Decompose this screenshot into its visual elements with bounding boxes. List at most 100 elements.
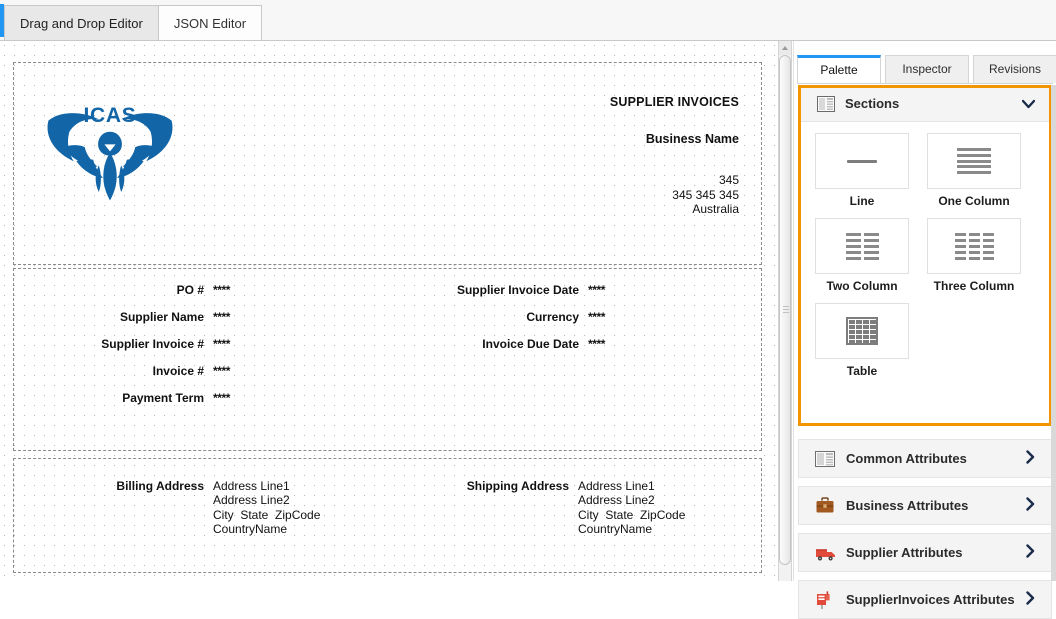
accordion-sections-header[interactable]: Sections	[801, 88, 1049, 122]
tab-json-editor[interactable]: JSON Editor	[157, 5, 263, 40]
shipping-address-block[interactable]: Shipping Address Address Line1 Address L…	[389, 479, 686, 537]
one-column-icon	[927, 133, 1021, 189]
shipping-address-label: Shipping Address	[466, 479, 569, 493]
field-value: ****	[588, 310, 606, 324]
fields-column-right: Supplier Invoice Date **** Currency ****…	[399, 283, 759, 364]
palette-item-label: Two Column	[826, 279, 898, 293]
field-value: ****	[213, 310, 231, 324]
icas-phoenix-logo: ICAS	[40, 101, 180, 206]
tab-drag-and-drop-editor[interactable]: Drag and Drop Editor	[4, 5, 159, 40]
sections-icon	[817, 95, 835, 113]
palette-row: Two Column Three Column	[815, 218, 1035, 293]
top-tab-bar: Drag and Drop Editor JSON Editor	[0, 0, 1056, 41]
fields-column-left: PO # **** Supplier Name **** Supplier In…	[24, 283, 389, 418]
field-label: Currency	[526, 310, 579, 324]
editor-canvas[interactable]: ICAS SUPPLIER INVOICES Business Name 345…	[0, 41, 778, 581]
accordion-common-attributes[interactable]: Common Attributes	[798, 439, 1052, 478]
field-row[interactable]: Supplier Invoice Date ****	[399, 283, 759, 297]
field-row[interactable]: Supplier Name ****	[24, 310, 389, 324]
field-row[interactable]: PO # ****	[24, 283, 389, 297]
field-label: Invoice Due Date	[482, 337, 579, 351]
canvas-vertical-scrollbar[interactable]	[778, 41, 792, 581]
palette-items-grid: Line One Column Two Column Three Column …	[801, 121, 1049, 423]
field-value: ****	[588, 283, 606, 297]
scrollbar-grip-icon	[783, 306, 789, 313]
business-address: 345 345 345 345 Australia	[409, 173, 739, 217]
palette-row: Table	[815, 303, 1035, 378]
palette-item-label: Line	[849, 194, 875, 208]
palette-item-label: Table	[846, 364, 878, 378]
newspaper-icon	[815, 449, 835, 469]
accordion-label: Common Attributes	[846, 451, 967, 466]
billing-address-value: Address Line1 Address Line2 City State Z…	[213, 479, 321, 537]
accordion-sections: Sections Line One Column Two Column Thre…	[798, 85, 1052, 426]
canvas-section-header[interactable]: ICAS SUPPLIER INVOICES Business Name 345…	[13, 62, 762, 265]
accordion-sections-title: Sections	[845, 96, 900, 111]
field-value: ****	[213, 364, 231, 378]
field-row[interactable]: Currency ****	[399, 310, 759, 324]
line-icon	[815, 133, 909, 189]
right-panel-tabs: Palette Inspector Revisions	[797, 55, 1056, 83]
three-column-icon	[927, 218, 1021, 274]
two-column-icon	[815, 218, 909, 274]
business-name: Business Name	[645, 132, 739, 146]
table-icon	[815, 303, 909, 359]
field-label: Payment Term	[122, 391, 204, 405]
palette-item-line[interactable]: Line	[815, 133, 909, 208]
canvas-section-addresses[interactable]: Billing Address Address Line1 Address Li…	[13, 458, 762, 573]
field-value: ****	[588, 337, 606, 351]
tab-inspector[interactable]: Inspector	[885, 55, 969, 83]
canvas-section-fields[interactable]: PO # **** Supplier Name **** Supplier In…	[13, 268, 762, 451]
palette-item-one-column[interactable]: One Column	[927, 133, 1021, 208]
right-panel: Palette Inspector Revisions Sections Lin…	[793, 41, 1056, 619]
chevron-right-icon[interactable]	[1026, 544, 1035, 558]
field-value: ****	[213, 283, 231, 297]
accordion-supplierinvoices-attributes[interactable]: SupplierInvoices Attributes	[798, 580, 1052, 619]
field-label: Supplier Name	[119, 310, 204, 324]
editor-tabs: Drag and Drop Editor JSON Editor	[4, 5, 263, 41]
field-label: PO #	[176, 283, 204, 297]
business-country: Australia	[692, 202, 739, 217]
field-row[interactable]: Invoice Due Date ****	[399, 337, 759, 351]
billing-address-block[interactable]: Billing Address Address Line1 Address Li…	[24, 479, 320, 537]
field-value: ****	[213, 391, 231, 405]
mailbox-icon	[815, 590, 835, 610]
palette-item-three-column[interactable]: Three Column	[927, 218, 1021, 293]
palette-item-two-column[interactable]: Two Column	[815, 218, 909, 293]
invoice-title: SUPPLIER INVOICES	[609, 95, 739, 109]
shipping-address-value: Address Line1 Address Line2 City State Z…	[578, 479, 686, 537]
svg-text:ICAS: ICAS	[84, 104, 137, 127]
accordion-business-attributes[interactable]: Business Attributes	[798, 486, 1052, 525]
accordion-label: Supplier Attributes	[846, 545, 963, 560]
palette-item-table[interactable]: Table	[815, 303, 909, 378]
palette-item-label: Three Column	[933, 279, 1015, 293]
field-row[interactable]: Supplier Invoice # ****	[24, 337, 389, 351]
chevron-down-icon[interactable]	[1021, 99, 1036, 110]
accordion-label: SupplierInvoices Attributes	[846, 592, 1015, 607]
tab-revisions[interactable]: Revisions	[973, 55, 1056, 83]
field-value: ****	[213, 337, 231, 351]
tab-palette[interactable]: Palette	[797, 55, 881, 83]
palette-item-label: One Column	[938, 194, 1010, 208]
scroll-up-arrow-icon[interactable]	[779, 41, 791, 55]
palette-row: Line One Column	[815, 133, 1035, 208]
accordion-supplier-attributes[interactable]: Supplier Attributes	[798, 533, 1052, 572]
business-address-line2: 345 345 345	[672, 187, 739, 202]
billing-address-label: Billing Address	[116, 479, 204, 493]
chevron-right-icon[interactable]	[1026, 497, 1035, 511]
right-panel-scrollbar[interactable]	[1051, 85, 1056, 581]
business-address-line1: 345	[718, 173, 739, 187]
field-row[interactable]: Payment Term ****	[24, 391, 389, 405]
briefcase-icon	[815, 496, 835, 516]
accordion-label: Business Attributes	[846, 498, 969, 513]
field-label: Supplier Invoice #	[101, 337, 204, 351]
truck-icon	[815, 543, 835, 563]
chevron-right-icon[interactable]	[1026, 591, 1035, 605]
app-root: Drag and Drop Editor JSON Editor ICAS SU…	[0, 0, 1056, 619]
field-label: Supplier Invoice Date	[456, 283, 579, 297]
chevron-right-icon[interactable]	[1026, 450, 1035, 464]
field-row[interactable]: Invoice # ****	[24, 364, 389, 378]
scrollbar-thumb[interactable]	[779, 55, 791, 565]
field-label: Invoice #	[152, 364, 204, 378]
tabs-divider	[797, 83, 1053, 84]
